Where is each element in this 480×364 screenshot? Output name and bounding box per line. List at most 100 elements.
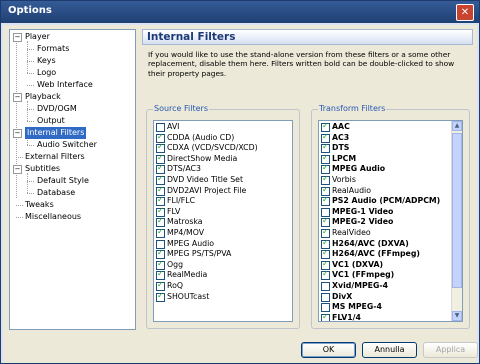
filter-item[interactable]: DivX: [321, 292, 352, 302]
filter-checkbox[interactable]: [321, 312, 330, 321]
scroll-down-icon[interactable]: ▼: [452, 311, 462, 321]
filter-item[interactable]: MPEG Audio: [156, 239, 214, 249]
filter-checkbox[interactable]: [321, 269, 330, 281]
cancel-button[interactable]: Annulla: [362, 342, 417, 358]
collapse-icon[interactable]: −: [13, 33, 22, 42]
filter-label: Xvid/MPEG-4: [332, 281, 389, 290]
filter-label: MPEG-2 Video: [332, 217, 394, 227]
filter-checkbox[interactable]: [321, 195, 330, 207]
filter-item[interactable]: RealMedia: [156, 269, 208, 281]
vertical-scrollbar[interactable]: ▲ ▼: [451, 121, 462, 321]
filter-checkbox[interactable]: [321, 282, 330, 291]
filter-item[interactable]: DVD Video Title Set: [156, 174, 243, 185]
filter-checkbox[interactable]: [156, 291, 165, 302]
filter-item[interactable]: SHOUTcast: [156, 291, 210, 302]
panel-description: If you would like to use the stand-alone…: [148, 50, 455, 78]
tree-item-keys[interactable]: Keys: [37, 55, 56, 67]
filter-label: DivX: [332, 291, 353, 301]
filter-item[interactable]: CDXA (VCD/SVCD/XCD): [156, 142, 258, 154]
filter-item[interactable]: FLI/FLC: [156, 195, 195, 207]
filter-label: LPCM: [332, 153, 357, 163]
filter-label: RealMedia: [167, 270, 208, 280]
filter-label: MS MPEG-4: [332, 302, 382, 312]
tree-line: [27, 49, 34, 50]
tree-line: [27, 85, 34, 86]
filter-item[interactable]: DVD2AVI Project File: [156, 185, 246, 196]
filter-item[interactable]: Matroska: [156, 216, 203, 228]
scrollbar-thumb[interactable]: [452, 133, 462, 288]
filter-item[interactable]: DTS/AC3: [156, 163, 201, 175]
tree-item-logo[interactable]: Logo: [37, 67, 56, 79]
filter-item[interactable]: H264/AVC (FFmpeg): [321, 248, 420, 260]
filter-item[interactable]: RealVideo: [321, 227, 371, 238]
filter-checkbox[interactable]: [156, 227, 165, 238]
transform-filters-list[interactable]: ▲ ▼ AACAC3DTSLPCMMPEG AudioVorbisRealAud…: [318, 120, 463, 322]
tree-item-player[interactable]: Player: [25, 31, 50, 43]
filter-item[interactable]: MPEG-2 Video: [321, 216, 394, 228]
filter-item[interactable]: MS MPEG-4: [321, 302, 382, 313]
filter-item[interactable]: RealAudio: [321, 185, 371, 196]
scroll-up-icon[interactable]: ▲: [452, 121, 462, 131]
close-icon[interactable]: ✕: [456, 4, 474, 21]
filter-item[interactable]: FLV1/4: [321, 312, 361, 322]
filter-item[interactable]: Ogg: [156, 259, 184, 270]
tree-item-output[interactable]: Output: [37, 115, 65, 127]
tree-line: [27, 61, 34, 62]
collapse-icon[interactable]: −: [13, 129, 22, 138]
filter-label: DVD Video Title Set: [167, 175, 243, 184]
filter-item[interactable]: AC3: [321, 132, 350, 143]
filter-item[interactable]: MPEG PS/TS/PVA: [156, 248, 232, 260]
filter-item[interactable]: LPCM: [321, 153, 357, 164]
filter-item[interactable]: PS2 Audio (PCM/ADPCM): [321, 195, 441, 207]
filter-item[interactable]: H264/AVC (DXVA): [321, 238, 409, 249]
ok-button[interactable]: OK: [301, 342, 356, 358]
filter-item[interactable]: Xvid/MPEG-4: [321, 281, 388, 291]
window-title: Options: [8, 5, 52, 16]
filter-label: MPEG-1 Video: [332, 206, 394, 216]
tree-item-dvd-ogm[interactable]: DVD/OGM: [37, 103, 77, 115]
filter-label: FLV1/4: [332, 312, 361, 322]
filter-label: H264/AVC (DXVA): [332, 238, 409, 248]
settings-panel: Internal Filters If you would like to us…: [142, 29, 473, 330]
filter-item[interactable]: MPEG Audio: [321, 163, 385, 175]
filter-item[interactable]: CDDA (Audio CD): [156, 132, 234, 143]
filter-item[interactable]: RoQ: [156, 280, 183, 291]
tree-item-external-filters[interactable]: External Filters: [25, 151, 85, 163]
tree-item-web-interface[interactable]: Web Interface: [37, 79, 93, 91]
tree-item-playback[interactable]: Playback: [25, 91, 61, 103]
filter-checkbox[interactable]: [321, 292, 330, 302]
options-tree[interactable]: − Player Formats Keys Logo Web Interface − Play…: [9, 29, 136, 330]
tree-item-database[interactable]: Database: [37, 187, 75, 199]
options-window: Options ✕ − Player Formats Keys Logo Web Inte…: [0, 0, 480, 364]
filter-item[interactable]: DTS: [321, 142, 349, 154]
filter-item[interactable]: AAC: [321, 121, 350, 132]
tree-item-tweaks[interactable]: Tweaks: [25, 199, 54, 211]
tree-line: [27, 73, 34, 74]
filter-item[interactable]: FLV: [156, 206, 180, 217]
tree-item-subtitles[interactable]: Subtitles: [25, 163, 60, 175]
title-bar[interactable]: Options ✕: [1, 1, 479, 23]
filter-item[interactable]: AVI: [156, 122, 179, 132]
collapse-icon[interactable]: −: [13, 93, 22, 102]
collapse-icon[interactable]: −: [13, 165, 22, 174]
tree-item-miscellaneous[interactable]: Miscellaneous: [25, 211, 81, 223]
filter-item[interactable]: VC1 (FFmpeg): [321, 269, 395, 281]
filter-label: SHOUTcast: [167, 291, 210, 301]
source-filters-list[interactable]: AVICDDA (Audio CD)CDXA (VCD/SVCD/XCD)Dir…: [153, 120, 293, 322]
tree-item-audio-switcher[interactable]: Audio Switcher: [37, 139, 97, 151]
filter-label: Ogg: [167, 259, 184, 269]
filter-label: MPEG PS/TS/PVA: [167, 249, 232, 259]
filter-item[interactable]: MP4/MOV: [156, 227, 204, 238]
filter-label: AC3: [332, 132, 350, 142]
tree-item-default-style[interactable]: Default Style: [37, 175, 89, 187]
filter-item[interactable]: VC1 (DXVA): [321, 259, 383, 270]
tree-item-formats[interactable]: Formats: [37, 43, 69, 55]
tree-item-internal-filters[interactable]: Internal Filters: [25, 127, 87, 139]
apply-button[interactable]: Applica: [423, 342, 478, 358]
filter-item[interactable]: MPEG-1 Video: [321, 207, 393, 217]
filter-label: VC1 (FFmpeg): [332, 270, 395, 280]
filter-label: PS2 Audio (PCM/ADPCM): [332, 196, 441, 206]
filter-item[interactable]: DirectShow Media: [156, 153, 237, 164]
filter-item[interactable]: Vorbis: [321, 174, 356, 185]
tree-line: [27, 145, 34, 146]
